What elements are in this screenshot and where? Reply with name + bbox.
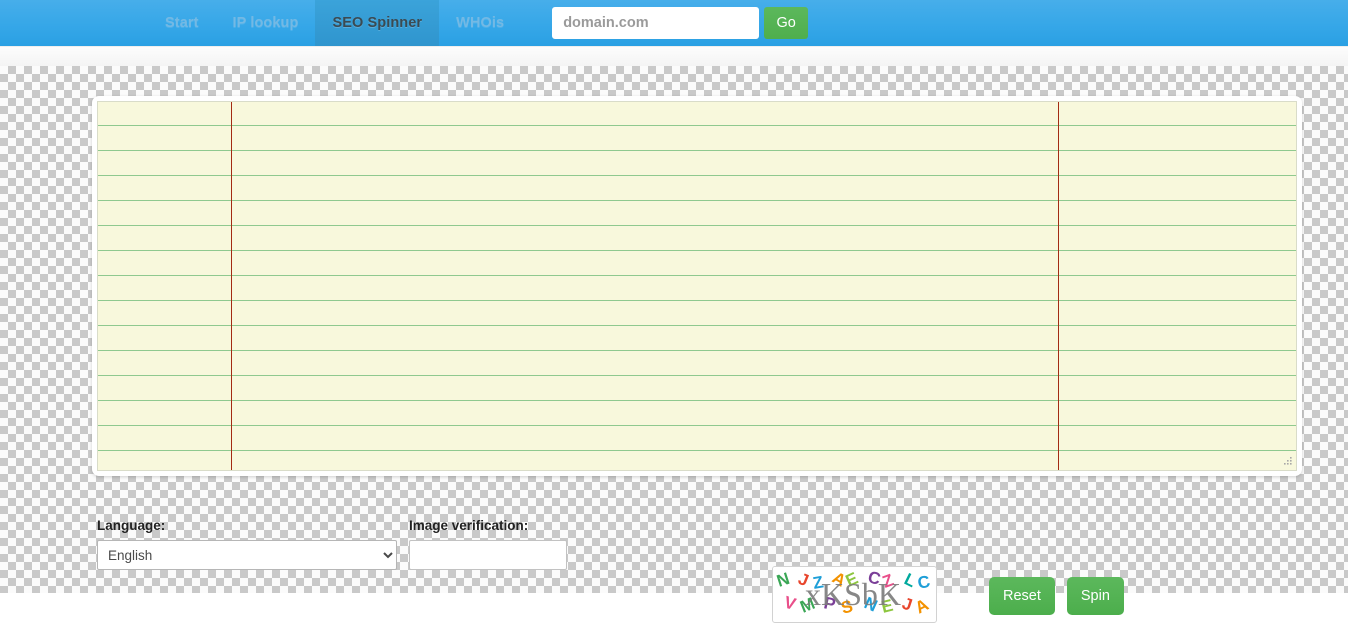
spinner-notepad — [97, 101, 1297, 471]
language-group: Language: English — [97, 518, 397, 570]
nav-tab-seo-spinner[interactable]: SEO Spinner — [315, 0, 440, 46]
nav-tab-seo-spinner-label: SEO Spinner — [332, 15, 423, 31]
nav-tab-ip-lookup-label: IP lookup — [232, 15, 299, 31]
editor-card — [92, 96, 1302, 476]
reset-button[interactable]: Reset — [989, 577, 1055, 615]
language-select[interactable]: English — [97, 540, 397, 570]
captcha-image[interactable]: N J Z A E C Z L C V M P S N E J A xKSbK — [772, 566, 937, 623]
top-navigation-bar: Start IP lookup SEO Spinner WHOis Go — [0, 0, 1348, 46]
domain-search-input[interactable] — [552, 7, 760, 39]
resize-handle-icon[interactable] — [1282, 456, 1294, 468]
captcha-text: xKSbK — [805, 576, 901, 612]
spin-button[interactable]: Spin — [1066, 577, 1124, 615]
page-root: Start IP lookup SEO Spinner WHOis Go — [0, 0, 1348, 623]
nav-tab-start-label: Start — [165, 15, 199, 31]
nav-tab-whois[interactable]: WHOis — [439, 0, 521, 46]
controls-strip: Language: English Image verification: N … — [0, 504, 1348, 623]
content-area: Language: English Image verification: N … — [0, 66, 1348, 623]
nav-tab-whois-label: WHOis — [456, 15, 505, 31]
action-buttons: Reset Spin — [989, 577, 1124, 615]
nav-search-group: Go — [552, 0, 809, 46]
image-verification-input[interactable] — [409, 540, 567, 570]
nav-tab-start[interactable]: Start — [148, 0, 216, 46]
image-verification-label: Image verification: — [409, 518, 529, 533]
spin-text-textarea[interactable] — [98, 102, 1296, 470]
language-label: Language: — [97, 518, 166, 533]
image-verification-group: Image verification: — [409, 518, 567, 570]
header-separator-band — [0, 46, 1348, 66]
go-button[interactable]: Go — [764, 7, 809, 39]
nav-inner: Start IP lookup SEO Spinner WHOis Go — [0, 0, 1348, 46]
nav-tab-ip-lookup[interactable]: IP lookup — [216, 0, 316, 46]
captcha-svg: N J Z A E C Z L C V M P S N E J A xKSbK — [773, 567, 934, 620]
